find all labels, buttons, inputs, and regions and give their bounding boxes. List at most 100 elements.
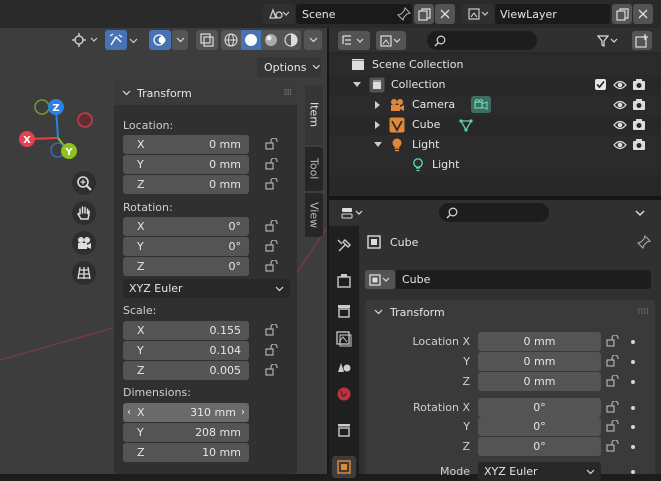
ortho-toggle-button[interactable]: [72, 261, 96, 285]
rotation-x-field[interactable]: 0°: [478, 398, 601, 417]
remove-scene-button[interactable]: [435, 4, 455, 24]
render-camera-icon[interactable]: [632, 78, 646, 91]
output-tab-icon[interactable]: [336, 303, 352, 319]
shading-rendered-button[interactable]: [281, 30, 301, 50]
scale-x-field[interactable]: X 0.155: [123, 321, 249, 340]
location-z-field[interactable]: Z 0 mm: [123, 175, 249, 194]
render-camera-icon[interactable]: [632, 118, 646, 131]
remove-viewlayer-button[interactable]: [633, 4, 653, 24]
pin-scene-icon[interactable]: [396, 6, 412, 22]
view-layer-tab-icon[interactable]: [336, 331, 352, 347]
scene-name-field[interactable]: Scene: [296, 4, 412, 24]
properties-editor-type-button[interactable]: [338, 203, 368, 222]
render-tab-icon[interactable]: [336, 273, 352, 289]
zoom-button[interactable]: [72, 171, 96, 195]
dimensions-x-field[interactable]: ‹ X 310 mm ›: [123, 403, 249, 422]
location-y-field[interactable]: Y 0 mm: [123, 155, 249, 174]
new-viewlayer-button[interactable]: [612, 4, 632, 24]
outliner-row-collection[interactable]: Collection: [329, 75, 661, 95]
collection-tab-icon[interactable]: [336, 422, 352, 438]
chevron-down-icon[interactable]: [353, 82, 361, 88]
animate-property-dot[interactable]: [631, 406, 635, 410]
tab-view[interactable]: View: [305, 193, 323, 237]
lock-icon[interactable]: [265, 137, 279, 153]
outliner-row-light[interactable]: Light: [329, 135, 661, 155]
shading-material-button[interactable]: [261, 30, 281, 50]
animate-property-dot[interactable]: [631, 445, 635, 449]
scene-tab-icon[interactable]: [336, 358, 352, 374]
location-x-field[interactable]: 0 mm: [478, 332, 601, 351]
drag-handle-icon[interactable]: ⁞⁞⁞⁞: [284, 88, 293, 98]
animate-property-dot[interactable]: [631, 425, 635, 429]
lock-icon[interactable]: [606, 334, 620, 350]
pan-button[interactable]: [72, 201, 96, 225]
outliner-filter-button[interactable]: [593, 31, 623, 50]
rotation-mode-dropdown[interactable]: XYZ Euler: [123, 279, 290, 298]
overlays-dropdown[interactable]: [172, 30, 188, 50]
lock-icon[interactable]: [265, 239, 279, 255]
navigation-gizmo[interactable]: Z X Y: [14, 93, 99, 168]
outliner-row-scene-collection[interactable]: Scene Collection: [329, 55, 661, 75]
transform-panel-header[interactable]: Transform ⁞⁞⁞⁞: [114, 81, 297, 105]
lock-icon[interactable]: [606, 374, 620, 390]
animate-property-dot[interactable]: [631, 360, 635, 364]
pin-icon[interactable]: [637, 235, 651, 249]
object-browse-button[interactable]: [365, 270, 395, 289]
camera-data-icon[interactable]: [471, 96, 491, 113]
xray-toggle-button[interactable]: [196, 30, 218, 50]
lock-icon[interactable]: [265, 323, 279, 339]
lock-icon[interactable]: [606, 419, 620, 435]
shading-wireframe-button[interactable]: [221, 30, 241, 50]
chevron-down-icon[interactable]: [374, 141, 382, 149]
rotation-mode-dropdown[interactable]: XYZ Euler: [478, 462, 601, 481]
eye-icon[interactable]: [613, 99, 627, 111]
tab-tool[interactable]: Tool: [305, 147, 323, 191]
outliner-filter-view-button[interactable]: [376, 31, 406, 50]
world-tab-icon[interactable]: [336, 386, 352, 402]
editor-divider-horizontal[interactable]: [329, 196, 661, 200]
lock-icon[interactable]: [265, 177, 279, 193]
scale-y-field[interactable]: Y 0.104: [123, 341, 249, 360]
outliner-search-input[interactable]: [427, 31, 537, 50]
animate-property-dot[interactable]: [631, 470, 635, 474]
scene-type-button[interactable]: [263, 4, 295, 24]
chevron-right-icon[interactable]: [374, 101, 382, 109]
chevron-right-icon[interactable]: [374, 121, 382, 129]
shading-dropdown[interactable]: [304, 30, 322, 50]
viewport-3d[interactable]: Options Z X Y Transform ⁞⁞⁞⁞ Location: X…: [0, 28, 327, 474]
new-collection-button[interactable]: [632, 31, 652, 50]
lock-icon[interactable]: [265, 343, 279, 359]
rotation-y-field[interactable]: Y 0°: [123, 237, 249, 256]
mesh-data-icon[interactable]: [459, 118, 473, 132]
eye-icon[interactable]: [613, 139, 627, 151]
outliner-display-mode-button[interactable]: [338, 31, 370, 50]
eye-icon[interactable]: [613, 79, 627, 91]
lock-icon[interactable]: [265, 259, 279, 275]
shading-solid-button[interactable]: [241, 30, 261, 50]
render-camera-icon[interactable]: [632, 138, 646, 151]
properties-search-input[interactable]: [439, 203, 549, 222]
lock-icon[interactable]: [265, 363, 279, 379]
camera-view-button[interactable]: [72, 231, 96, 255]
animate-property-dot[interactable]: [631, 340, 635, 344]
properties-options-dropdown[interactable]: [635, 207, 647, 219]
viewlayer-name-field[interactable]: ViewLayer: [495, 4, 610, 24]
outliner-row-cube[interactable]: Cube: [329, 115, 661, 135]
lock-icon[interactable]: [606, 439, 620, 455]
options-button[interactable]: Options: [257, 57, 321, 77]
outliner-row-light-data[interactable]: Light: [329, 155, 661, 175]
show-overlays-button[interactable]: [149, 30, 171, 50]
editor-divider-vertical[interactable]: [327, 28, 329, 474]
lock-icon[interactable]: [606, 400, 620, 416]
lock-icon[interactable]: [606, 354, 620, 370]
rotation-z-field[interactable]: Z 0°: [123, 257, 249, 276]
decrement-arrow-icon[interactable]: ‹: [127, 407, 131, 418]
location-x-field[interactable]: X 0 mm: [123, 135, 249, 154]
object-tab[interactable]: [332, 456, 356, 478]
dimensions-y-field[interactable]: Y 208 mm: [123, 423, 249, 442]
viewlayer-type-button[interactable]: [462, 4, 494, 24]
tab-item[interactable]: Item: [305, 85, 323, 145]
object-name-field[interactable]: Cube: [396, 270, 651, 289]
scale-z-field[interactable]: Z 0.005: [123, 361, 249, 380]
exclude-checkbox[interactable]: [595, 79, 606, 90]
